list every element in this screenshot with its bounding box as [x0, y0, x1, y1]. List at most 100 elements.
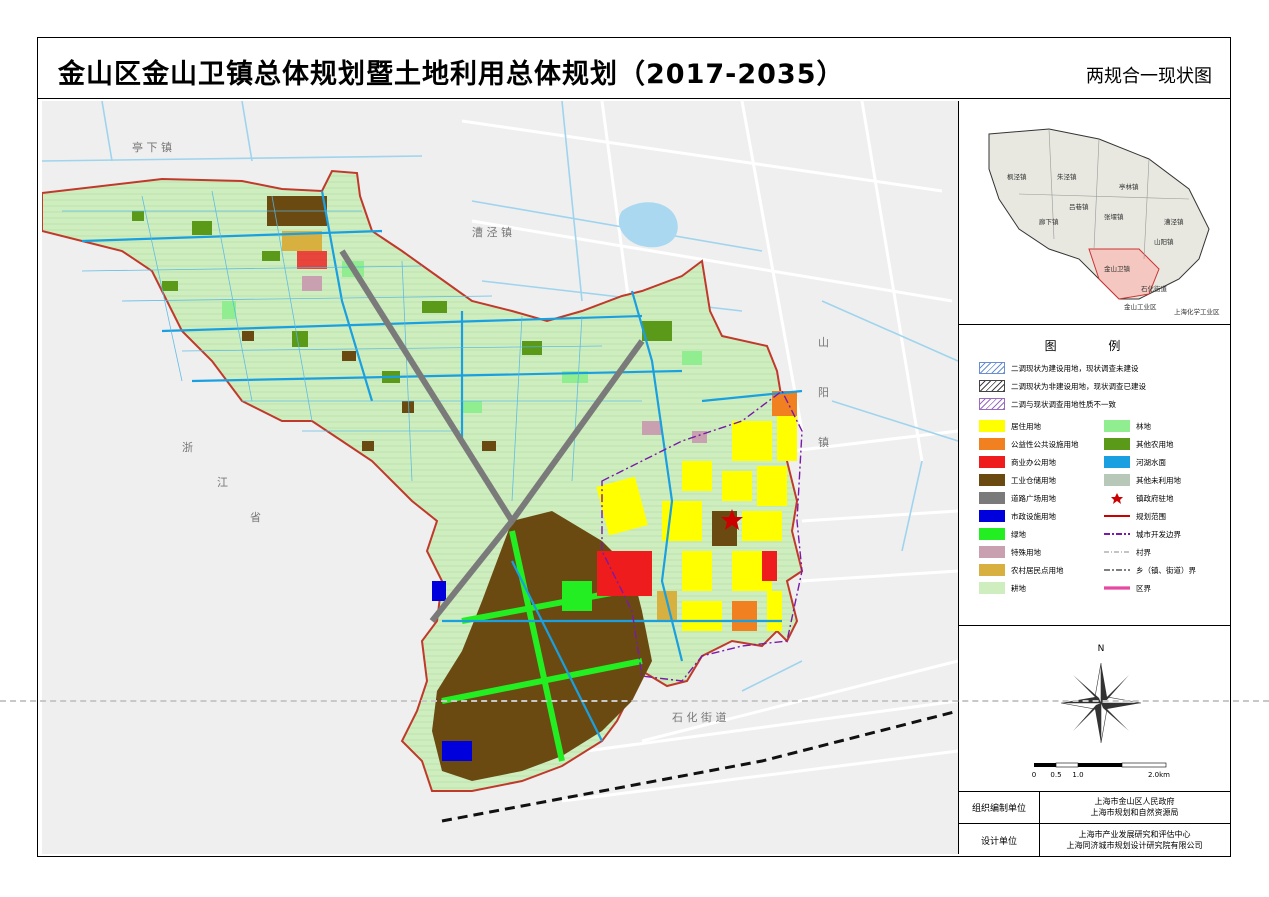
legend-right-8: 乡（镇、街道）界 [1104, 563, 1224, 577]
legend-left-5: 市政设施用地 [979, 509, 1099, 523]
legend-label: 特殊用地 [1011, 548, 1041, 557]
label-shanyang-3: 镇 [818, 435, 829, 449]
legend-right-5: 规划范围 [1104, 509, 1224, 523]
legend-label: 农村居民点用地 [1011, 566, 1064, 575]
scale-ticks: 0 0.5 1.0 2.0km [1032, 771, 1170, 779]
legend-swatch [979, 456, 1005, 468]
legend-label: 公益性公共设施用地 [1011, 440, 1079, 449]
inset-label-11: 上海化学工业区 [1174, 307, 1220, 316]
legend-swatch [1104, 456, 1130, 468]
label-caojing: 漕 泾 镇 [472, 225, 512, 239]
legend-right-0: 林地 [1104, 419, 1224, 433]
legend-label: 河湖水面 [1136, 458, 1166, 467]
north-label: N [1098, 644, 1105, 654]
legend-left-1: 公益性公共设施用地 [979, 437, 1099, 451]
legend-label: 村界 [1136, 548, 1151, 557]
legend-left-6: 绿地 [979, 527, 1099, 541]
utility-block [442, 741, 472, 761]
credits-org-line: 上海市规划和自然资源局 [1090, 808, 1179, 817]
inset-label-2: 亭林镇 [1119, 182, 1139, 191]
legend-swatch [979, 362, 1005, 374]
legend-label: 市政设施用地 [1011, 512, 1056, 521]
label-zhejiang-3: 省 [250, 511, 261, 524]
green-block [562, 581, 592, 611]
credits-table: 组织编制单位 上海市金山区人民政府 上海市规划和自然资源局 设计单位 上海市产业… [959, 791, 1230, 856]
legend-left-0: 居住用地 [979, 419, 1099, 433]
inset-map[interactable]: 枫泾镇 朱泾镇 亭林镇 吕巷镇 张堰镇 漕泾镇 廊下镇 金山卫镇 山阳镇 石化街… [959, 99, 1230, 325]
compass-panel: N 0 0.5 1.0 2.0km [959, 626, 1230, 792]
legend-right-3: 其他未利用地 [1104, 473, 1224, 487]
legend-right-6: 城市开发边界 [1104, 527, 1224, 541]
inset-label-9: 石化街道 [1141, 284, 1168, 293]
legend-label: 乡（镇、街道）界 [1136, 566, 1196, 575]
legend-right-2: 河湖水面 [1104, 455, 1224, 469]
legend-swatch [979, 582, 1005, 594]
credits-org-head: 组织编制单位 [959, 791, 1040, 823]
legend-swatch [979, 492, 1005, 504]
legend-swatch [1104, 438, 1130, 450]
scale-tick-2: 1.0 [1072, 771, 1083, 779]
legend-label: 其他农用地 [1136, 440, 1174, 449]
inset-label-1: 朱泾镇 [1057, 172, 1077, 181]
legend-label: 道路广场用地 [1011, 494, 1056, 503]
boundary-line-icon [1104, 515, 1130, 517]
legend-right-1: 其他农用地 [1104, 437, 1224, 451]
credits-design-body: 上海市产业发展研究和评估中心 上海同济城市规划设计研究院有限公司 [1039, 824, 1230, 856]
legend-hatch-1: 二调现状为非建设用地，现状调查已建设 [979, 379, 1219, 393]
credits-design-line: 上海市产业发展研究和评估中心 [1078, 830, 1191, 839]
legend-hatch-2: 二调与现状调查用地性质不一致 [979, 397, 1219, 411]
label-shanyang-1: 山 [818, 336, 829, 349]
legend-swatch [1104, 420, 1130, 432]
legend-label: 镇政府驻地 [1136, 494, 1174, 503]
label-zhejiang-2: 江 [217, 476, 228, 489]
inset-label-3: 吕巷镇 [1069, 202, 1089, 211]
legend-label: 其他未利用地 [1136, 476, 1181, 485]
legend-right-9: 区界 [1104, 581, 1224, 595]
district-boundary-icon [1104, 586, 1130, 590]
legend-label: 居住用地 [1011, 422, 1041, 431]
legend-label: 规划范围 [1136, 512, 1166, 521]
legend-left-2: 商业办公用地 [979, 455, 1099, 469]
district-locator: 枫泾镇 朱泾镇 亭林镇 吕巷镇 张堰镇 漕泾镇 廊下镇 金山卫镇 山阳镇 石化街… [988, 128, 1220, 316]
legend-label: 工业仓储用地 [1011, 476, 1056, 485]
main-map[interactable]: 亭 下 镇 漕 泾 镇 山 阳 镇 浙 江 省 石 化 街 道 [42, 101, 959, 854]
legend-left-7: 特殊用地 [979, 545, 1099, 559]
compass-rose: N 0 0.5 1.0 2.0km [1032, 644, 1170, 779]
legend-label: 二调与现状调查用地性质不一致 [1011, 400, 1116, 409]
credits-design-row: 设计单位 上海市产业发展研究和评估中心 上海同济城市规划设计研究院有限公司 [959, 824, 1230, 856]
credits-org-row: 组织编制单位 上海市金山区人民政府 上海市规划和自然资源局 [959, 791, 1230, 824]
legend-swatch [979, 564, 1005, 576]
dashdot-line-icon [1104, 533, 1130, 535]
land-use-map: 亭 下 镇 漕 泾 镇 山 阳 镇 浙 江 省 石 化 街 道 [42, 101, 958, 854]
legend-left-8: 农村居民点用地 [979, 563, 1099, 577]
inset-label-5: 漕泾镇 [1164, 217, 1184, 226]
inset-label-8: 山阳镇 [1154, 237, 1174, 246]
legend-label: 商业办公用地 [1011, 458, 1056, 467]
credits-org-body: 上海市金山区人民政府 上海市规划和自然资源局 [1039, 791, 1230, 823]
legend-swatch [979, 438, 1005, 450]
legend-swatch [979, 528, 1005, 540]
legend-swatch [979, 474, 1005, 486]
legend-swatch [979, 546, 1005, 558]
label-tinglin: 亭 下 镇 [132, 140, 172, 154]
map-sheet: 金山区金山卫镇总体规划暨土地利用总体规划（2017-2035） 两规合一现状图 [37, 37, 1231, 857]
legend-swatch [979, 380, 1005, 392]
legend-left-4: 道路广场用地 [979, 491, 1099, 505]
dashdot-line-icon [1104, 551, 1130, 553]
inset-label-7: 金山卫镇 [1104, 264, 1131, 273]
compass-icon [1060, 662, 1142, 744]
legend-label: 绿地 [1011, 530, 1026, 539]
inset-label-4: 张堰镇 [1104, 212, 1124, 221]
legend-swatch [1104, 474, 1130, 486]
legend-label: 二调现状为非建设用地，现状调查已建设 [1011, 382, 1146, 391]
inset-label-6: 廊下镇 [1039, 217, 1059, 226]
scale-tick-0: 0 [1032, 771, 1036, 779]
legend-swatch [979, 420, 1005, 432]
scale-bar [1034, 762, 1167, 768]
dashdot-line-icon [1104, 569, 1130, 571]
scale-tick-1: 0.5 [1050, 771, 1061, 779]
side-panel: 枫泾镇 朱泾镇 亭林镇 吕巷镇 张堰镇 漕泾镇 廊下镇 金山卫镇 山阳镇 石化街… [959, 99, 1230, 856]
label-zhejiang-1: 浙 [182, 441, 193, 454]
map-subtitle: 两规合一现状图 [1086, 66, 1212, 87]
legend-left-3: 工业仓储用地 [979, 473, 1099, 487]
